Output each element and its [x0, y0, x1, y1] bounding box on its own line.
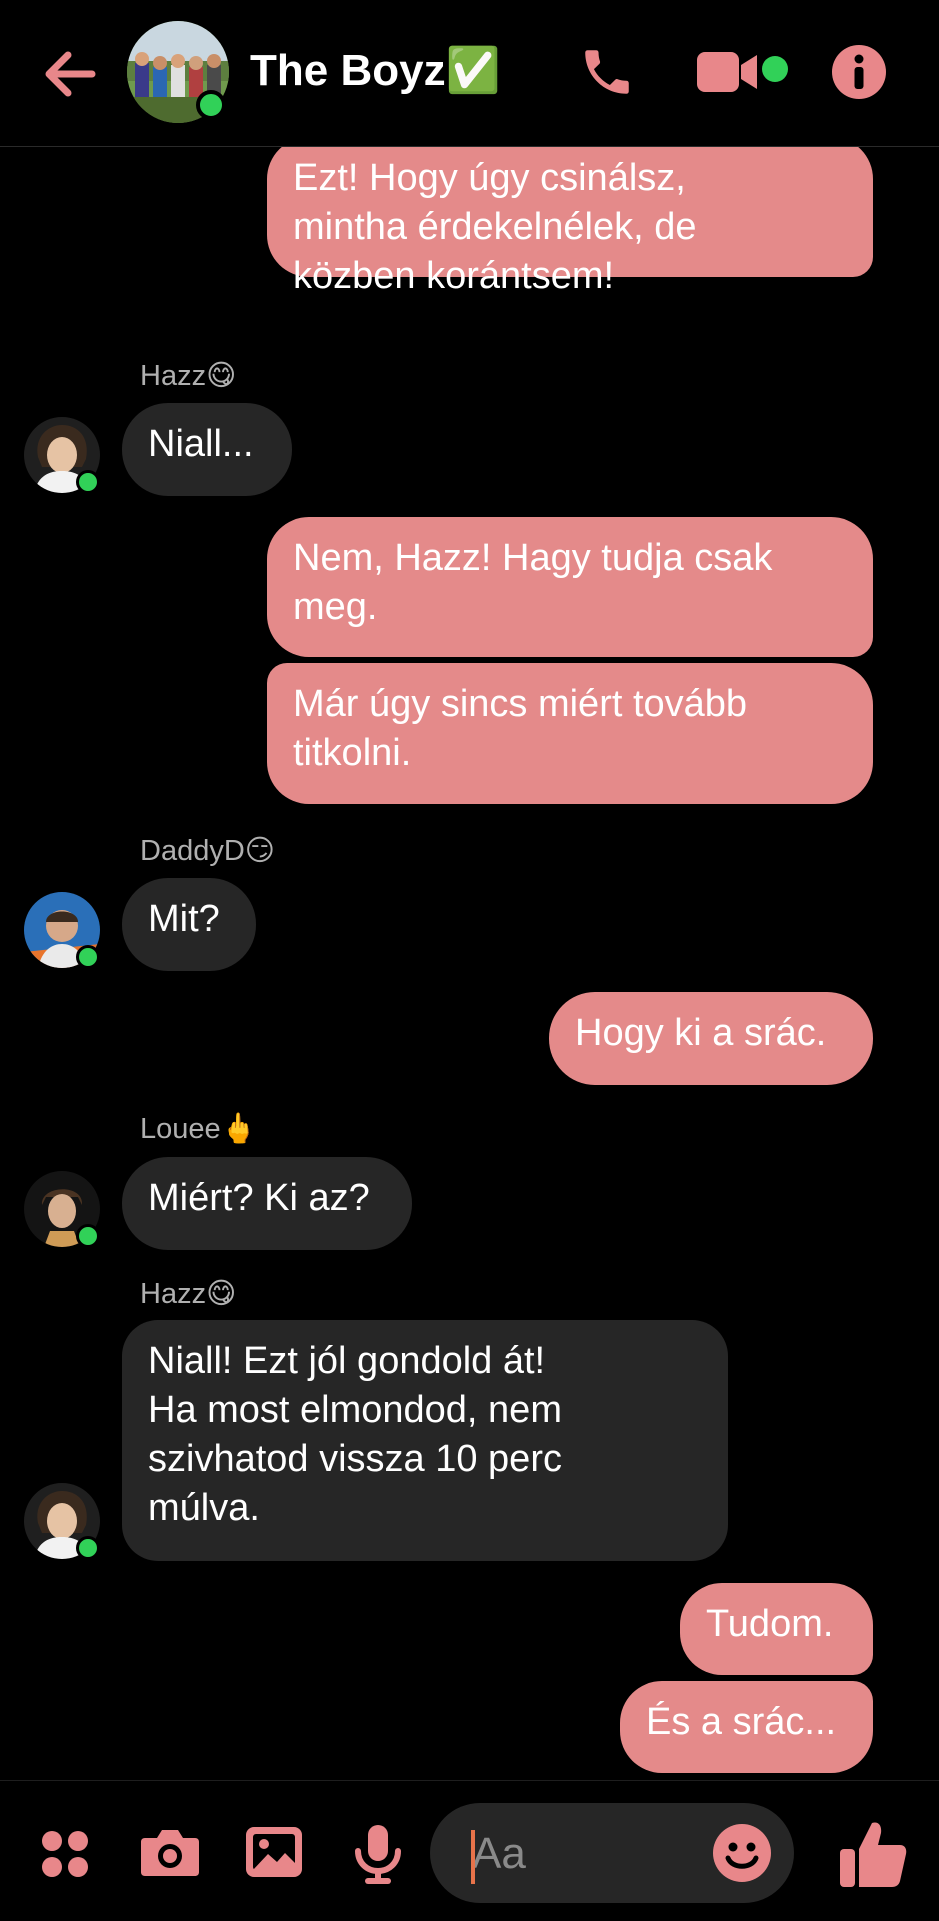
- sender-name: Hazz😋: [140, 1278, 237, 1310]
- message-line: titkolni.: [293, 732, 412, 774]
- message-line: múlva.: [148, 1487, 260, 1529]
- message-composer: [0, 1780, 939, 1921]
- emoji-icon: [713, 1824, 771, 1882]
- message-line: Ha most elmondod, nem: [148, 1389, 562, 1431]
- emoji-button[interactable]: [712, 1823, 772, 1888]
- text-cursor: [471, 1830, 475, 1884]
- message-line: Miért? Ki az?: [148, 1177, 370, 1219]
- message-bubble-incoming[interactable]: Niall! Ezt jól gondold át! Ha most elmon…: [122, 1320, 728, 1561]
- message-line: Mit?: [148, 898, 220, 940]
- camera-button[interactable]: [139, 1824, 201, 1885]
- message-bubble-incoming[interactable]: Mit?: [122, 878, 256, 971]
- image-icon: [246, 1827, 302, 1877]
- message-input-container[interactable]: [430, 1803, 794, 1903]
- like-button[interactable]: [838, 1819, 908, 1894]
- message-bubble-outgoing[interactable]: Ezt! Hogy úgy csinálsz, mintha érdekelné…: [267, 147, 873, 297]
- message-bubble-outgoing[interactable]: Már úgy sincs miért tovább titkolni.: [267, 663, 873, 804]
- message-line: Nem, Hazz! Hagy tudja csak: [293, 537, 773, 579]
- message-bubble-outgoing[interactable]: Hogy ki a srác.: [549, 992, 873, 1085]
- back-arrow-icon: [45, 51, 96, 97]
- message-list[interactable]: Ezt! Hogy úgy csinálsz, mintha érdekelné…: [0, 147, 939, 1780]
- message-bubble-outgoing[interactable]: És a srác...: [620, 1681, 873, 1773]
- apps-button[interactable]: [40, 1829, 90, 1884]
- back-button[interactable]: [38, 42, 102, 106]
- sender-name: Hazz😋: [140, 360, 237, 392]
- message-line: Tudom.: [706, 1603, 834, 1645]
- message-line: Hogy ki a srác.: [575, 1012, 827, 1054]
- message-line: Niall! Ezt jól gondold át!: [148, 1340, 546, 1382]
- message-line: mintha érdekelnélek, de: [293, 206, 697, 248]
- message-line: meg.: [293, 586, 378, 628]
- online-indicator: [76, 1224, 100, 1248]
- online-indicator: [76, 470, 100, 494]
- info-icon: [832, 45, 886, 99]
- sender-name: DaddyD😏: [140, 835, 276, 867]
- info-button[interactable]: [831, 44, 887, 105]
- camera-icon: [141, 1830, 199, 1876]
- message-bubble-outgoing[interactable]: Tudom.: [680, 1583, 873, 1675]
- voice-message-button[interactable]: [352, 1823, 404, 1890]
- online-indicator: [76, 1536, 100, 1560]
- message-line: És a srác...: [646, 1701, 837, 1743]
- chat-title[interactable]: The Boyz✅: [250, 44, 500, 96]
- thumbs-up-icon: [840, 1822, 907, 1887]
- video-camera-icon: [697, 52, 757, 92]
- call-button[interactable]: [578, 43, 636, 106]
- video-active-indicator: [762, 56, 788, 82]
- message-line: szivhatod vissza 10 perc: [148, 1438, 562, 1480]
- gallery-button[interactable]: [244, 1825, 304, 1884]
- chat-header: The Boyz✅: [0, 0, 939, 147]
- message-line: Niall...: [148, 423, 254, 465]
- message-line: Már úgy sincs miért tovább: [293, 683, 748, 725]
- message-line: közben korántsem!: [293, 255, 615, 297]
- apps-grid-icon: [42, 1831, 88, 1877]
- phone-icon: [585, 50, 629, 94]
- message-input[interactable]: [470, 1825, 714, 1883]
- message-bubble-incoming[interactable]: Miért? Ki az?: [122, 1157, 412, 1250]
- sender-name: Louee🖕: [140, 1113, 257, 1145]
- message-line: Ezt! Hogy úgy csinálsz,: [293, 157, 686, 199]
- group-online-indicator: [196, 90, 226, 120]
- online-indicator: [76, 945, 100, 969]
- message-bubble-incoming[interactable]: Niall...: [122, 403, 292, 496]
- microphone-icon: [355, 1825, 401, 1884]
- video-call-button[interactable]: [695, 47, 761, 102]
- message-bubble-outgoing[interactable]: Nem, Hazz! Hagy tudja csak meg.: [267, 517, 873, 657]
